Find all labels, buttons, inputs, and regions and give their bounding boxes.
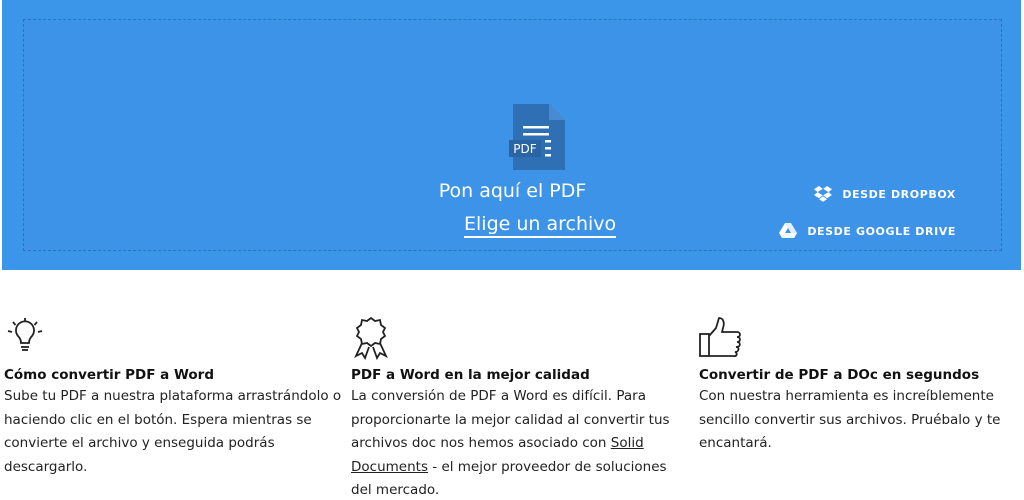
- upload-panel: PDF Pon aquí el PDF Elige un archivo DES…: [2, 0, 1021, 270]
- dropbox-label: DESDE DROPBOX: [842, 187, 956, 201]
- feature-title: Convertir de PDF a DOc en segundos: [699, 367, 980, 383]
- gdrive-label: DESDE GOOGLE DRIVE: [807, 224, 956, 238]
- feature-quality: PDF a Word en la mejor calidad La conver…: [351, 316, 691, 500]
- lightbulb-icon: [4, 316, 344, 364]
- google-drive-button[interactable]: DESDE GOOGLE DRIVE: [779, 223, 956, 239]
- google-drive-icon: [779, 223, 798, 239]
- choose-file-link[interactable]: Elige un archivo: [464, 213, 617, 238]
- feature-text: Con nuestra herramienta es increíblement…: [699, 388, 1001, 451]
- thumbs-up-icon: [699, 316, 1024, 364]
- feature-title: Cómo convertir PDF a Word: [4, 367, 215, 383]
- feature-speed: Convertir de PDF a DOc en segundos Con n…: [699, 316, 1024, 456]
- dropzone[interactable]: PDF Pon aquí el PDF Elige un archivo DES…: [23, 19, 1002, 251]
- feature-text: Sube tu PDF a nuestra plataforma arrastr…: [4, 388, 342, 475]
- dropbox-button[interactable]: DESDE DROPBOX: [814, 186, 956, 202]
- award-ribbon-icon: [351, 316, 691, 364]
- feature-how-to: Cómo convertir PDF a Word Sube tu PDF a …: [4, 316, 344, 479]
- features-section: Cómo convertir PDF a Word Sube tu PDF a …: [0, 316, 1024, 500]
- pdf-file-icon: PDF: [509, 104, 565, 170]
- feature-title: PDF a Word en la mejor calidad: [351, 367, 590, 383]
- pdf-badge: PDF: [513, 142, 536, 156]
- dropbox-icon: [814, 186, 833, 202]
- feature-text: La conversión de PDF a Word es difícil. …: [351, 385, 691, 500]
